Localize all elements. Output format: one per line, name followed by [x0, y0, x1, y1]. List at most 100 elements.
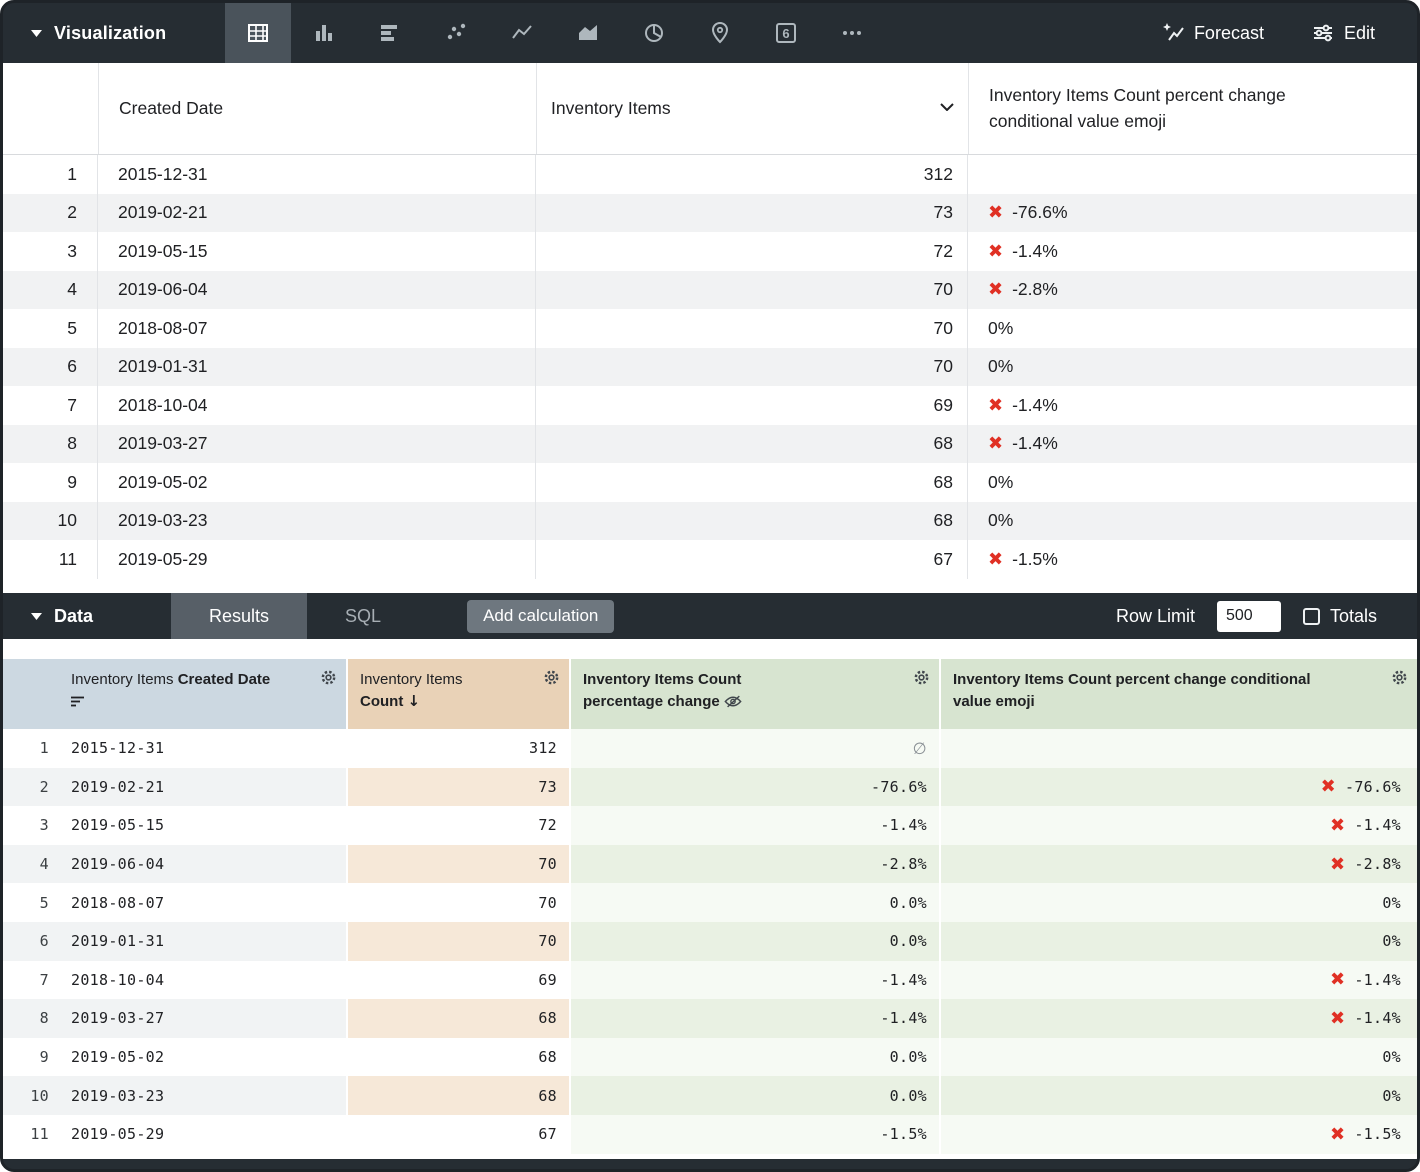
count-cell[interactable]: 68 [346, 999, 569, 1038]
percent-change-emoji-cell[interactable]: ✖ -1.4% [968, 425, 1417, 464]
percentage-change-cell[interactable]: 0.0% [569, 883, 939, 922]
percent-change-emoji-cell[interactable]: 0% [939, 922, 1417, 961]
inventory-items-count-cell[interactable]: 68 [536, 502, 968, 541]
created-date-cell[interactable]: 2019-05-15 [98, 232, 536, 271]
created-date-cell[interactable]: 2015-12-31 [63, 729, 346, 768]
viz-header-created-date[interactable]: Created Date [98, 63, 536, 154]
created-date-cell[interactable]: 2018-10-04 [98, 386, 536, 425]
results-header-percent-change-emoji[interactable]: Inventory Items Count percent change con… [939, 659, 1417, 729]
viz-type-single-value-button[interactable]: 6 [753, 3, 819, 63]
viz-type-table-button[interactable] [225, 3, 291, 63]
created-date-cell[interactable]: 2019-06-04 [63, 845, 346, 884]
created-date-cell[interactable]: 2018-08-07 [98, 309, 536, 348]
inventory-items-count-cell[interactable]: 312 [536, 155, 968, 194]
created-date-cell[interactable]: 2019-01-31 [98, 348, 536, 387]
percent-change-emoji-cell[interactable]: ✖ -76.6% [939, 768, 1417, 807]
created-date-cell[interactable]: 2019-05-15 [63, 806, 346, 845]
results-header-created-date[interactable]: Inventory Items Created Date [63, 659, 346, 729]
count-cell[interactable]: 312 [346, 729, 569, 768]
count-cell[interactable]: 72 [346, 806, 569, 845]
viz-type-map-button[interactable] [687, 3, 753, 63]
percent-change-emoji-cell[interactable] [968, 155, 1417, 194]
count-cell[interactable]: 70 [346, 883, 569, 922]
edit-button[interactable]: Edit [1312, 22, 1375, 44]
percent-change-emoji-cell[interactable]: 0% [968, 502, 1417, 541]
percent-change-emoji-cell[interactable]: ✖ -76.6% [968, 194, 1417, 233]
gear-icon[interactable] [320, 669, 337, 686]
created-date-cell[interactable]: 2018-08-07 [63, 883, 346, 922]
viz-type-pie-chart-button[interactable] [621, 3, 687, 63]
percent-change-emoji-cell[interactable]: ✖ -2.8% [968, 271, 1417, 310]
viz-type-area-chart-button[interactable] [555, 3, 621, 63]
percent-change-emoji-cell[interactable]: 0% [968, 348, 1417, 387]
data-section-toggle[interactable]: Data [3, 606, 171, 627]
created-date-cell[interactable]: 2015-12-31 [98, 155, 536, 194]
count-cell[interactable]: 70 [346, 845, 569, 884]
row-limit-input[interactable] [1217, 601, 1281, 632]
percent-change-emoji-cell[interactable]: ✖ -1.4% [939, 999, 1417, 1038]
tab-sql[interactable]: SQL [307, 593, 419, 639]
inventory-items-count-cell[interactable]: 72 [536, 232, 968, 271]
created-date-cell[interactable]: 2018-10-04 [63, 961, 346, 1000]
count-cell[interactable]: 68 [346, 1076, 569, 1115]
created-date-cell[interactable]: 2019-03-27 [98, 425, 536, 464]
percentage-change-cell[interactable]: ∅ [569, 729, 939, 768]
viz-type-column-chart-button[interactable] [291, 3, 357, 63]
results-header-count[interactable]: Inventory Items Count ↓ [346, 659, 569, 729]
sort-desc-arrow-icon[interactable]: ↓ [408, 692, 421, 710]
percent-change-emoji-cell[interactable]: ✖ -1.5% [968, 540, 1417, 579]
created-date-cell[interactable]: 2019-01-31 [63, 922, 346, 961]
viz-type-line-chart-button[interactable] [489, 3, 555, 63]
inventory-items-count-cell[interactable]: 69 [536, 386, 968, 425]
inventory-items-count-cell[interactable]: 68 [536, 463, 968, 502]
percentage-change-cell[interactable]: -1.4% [569, 961, 939, 1000]
totals-checkbox[interactable] [1303, 608, 1320, 625]
tab-results[interactable]: Results [171, 593, 307, 639]
created-date-cell[interactable]: 2019-05-29 [98, 540, 536, 579]
created-date-cell[interactable]: 2019-05-02 [63, 1038, 346, 1077]
add-calculation-button[interactable]: Add calculation [467, 600, 614, 633]
percentage-change-cell[interactable]: 0.0% [569, 1076, 939, 1115]
percentage-change-cell[interactable]: 0.0% [569, 1038, 939, 1077]
percentage-change-cell[interactable]: -2.8% [569, 845, 939, 884]
percentage-change-cell[interactable]: -76.6% [569, 768, 939, 807]
percent-change-emoji-cell[interactable]: ✖ -1.4% [968, 386, 1417, 425]
count-cell[interactable]: 69 [346, 961, 569, 1000]
percent-change-emoji-cell[interactable]: ✖ -2.8% [939, 845, 1417, 884]
percent-change-emoji-cell[interactable]: ✖ -1.4% [968, 232, 1417, 271]
gear-icon[interactable] [913, 669, 930, 686]
inventory-items-count-cell[interactable]: 70 [536, 309, 968, 348]
percent-change-emoji-cell[interactable]: 0% [939, 1076, 1417, 1115]
results-header-percentage-change[interactable]: Inventory Items Count percentage change [569, 659, 939, 729]
created-date-cell[interactable]: 2019-03-23 [63, 1076, 346, 1115]
created-date-cell[interactable]: 2019-05-29 [63, 1115, 346, 1154]
viz-header-percent-change-emoji[interactable]: Inventory Items Count percent change con… [968, 63, 1417, 154]
percent-change-emoji-cell[interactable]: ✖ -1.4% [939, 806, 1417, 845]
inventory-items-count-cell[interactable]: 68 [536, 425, 968, 464]
inventory-items-count-cell[interactable]: 70 [536, 348, 968, 387]
created-date-cell[interactable]: 2019-03-27 [63, 999, 346, 1038]
created-date-cell[interactable]: 2019-02-21 [98, 194, 536, 233]
gear-icon[interactable] [543, 669, 560, 686]
percent-change-emoji-cell[interactable] [939, 729, 1417, 768]
created-date-cell[interactable]: 2019-03-23 [98, 502, 536, 541]
gear-icon[interactable] [1391, 669, 1408, 686]
percent-change-emoji-cell[interactable]: 0% [939, 883, 1417, 922]
viz-type-more-button[interactable] [819, 3, 885, 63]
percent-change-emoji-cell[interactable]: ✖ -1.5% [939, 1115, 1417, 1154]
percent-change-emoji-cell[interactable]: 0% [968, 309, 1417, 348]
count-cell[interactable]: 73 [346, 768, 569, 807]
viz-type-scatter-button[interactable] [423, 3, 489, 63]
count-cell[interactable]: 68 [346, 1038, 569, 1077]
viz-header-inventory-items[interactable]: Inventory Items [536, 63, 968, 154]
count-cell[interactable]: 70 [346, 922, 569, 961]
percentage-change-cell[interactable]: -1.4% [569, 806, 939, 845]
percentage-change-cell[interactable]: -1.4% [569, 999, 939, 1038]
inventory-items-count-cell[interactable]: 67 [536, 540, 968, 579]
percent-change-emoji-cell[interactable]: ✖ -1.4% [939, 961, 1417, 1000]
percentage-change-cell[interactable]: -1.5% [569, 1115, 939, 1154]
viz-type-bar-chart-button[interactable] [357, 3, 423, 63]
count-cell[interactable]: 67 [346, 1115, 569, 1154]
inventory-items-count-cell[interactable]: 73 [536, 194, 968, 233]
visualization-section-toggle[interactable]: Visualization [3, 23, 225, 44]
